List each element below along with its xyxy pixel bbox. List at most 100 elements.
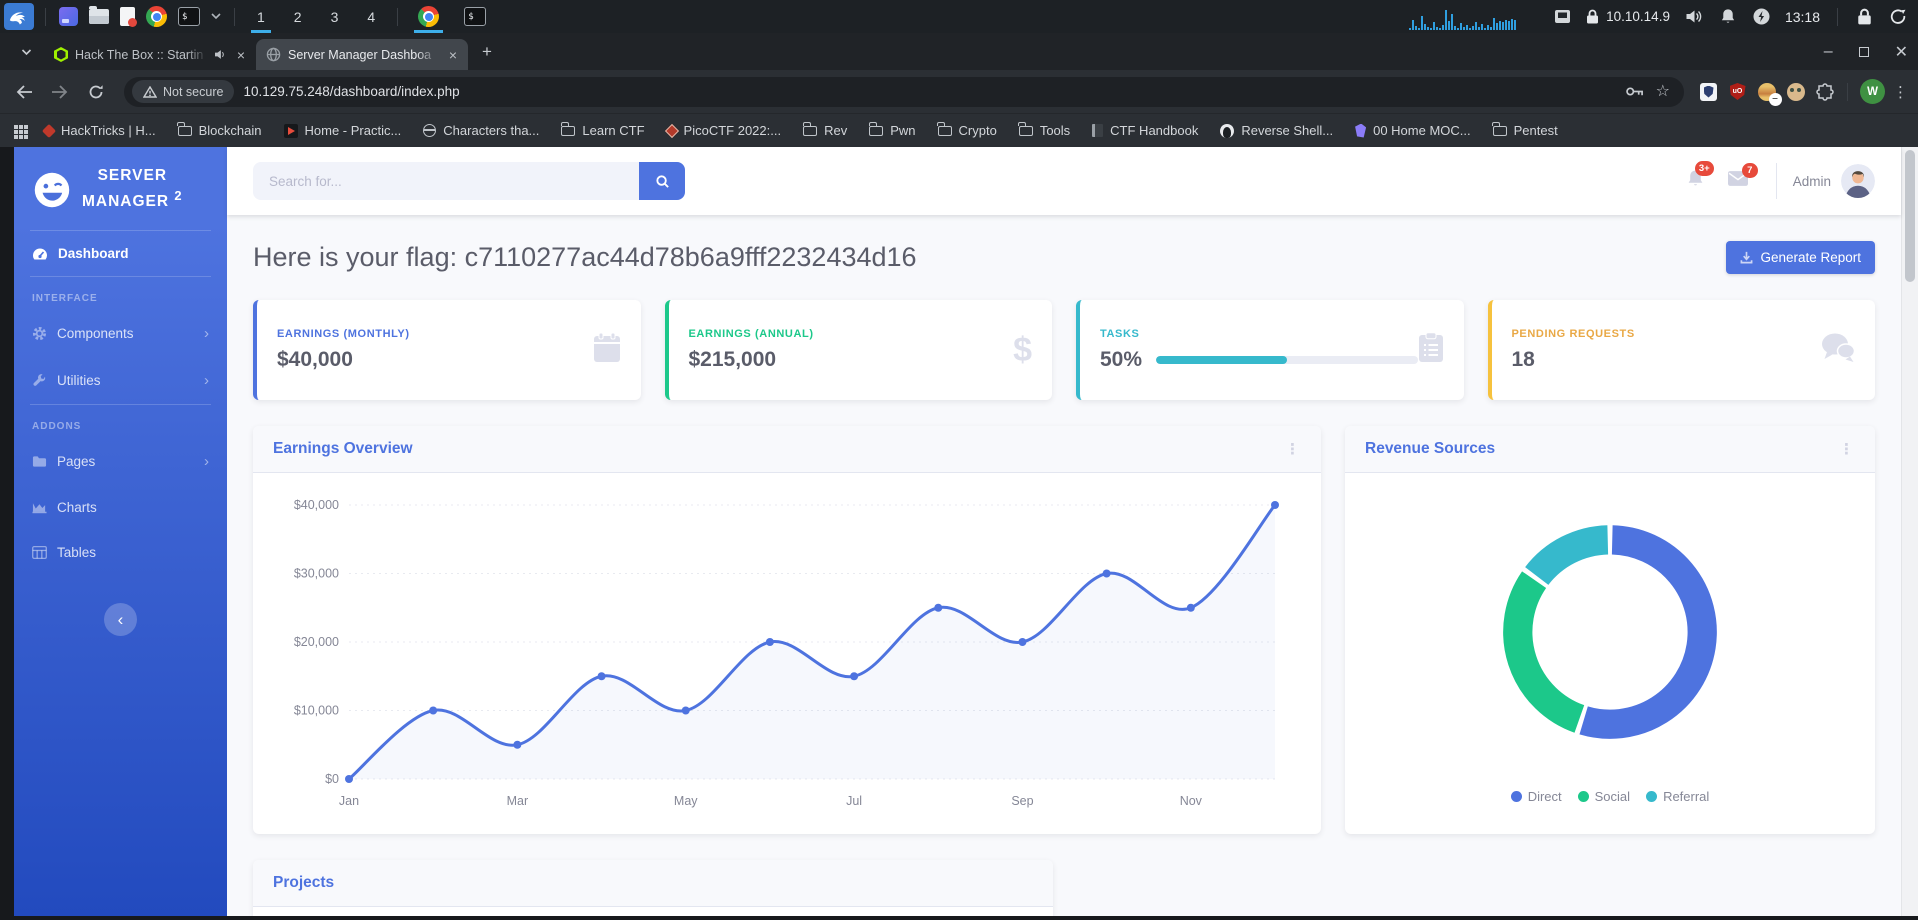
- bookmark-item[interactable]: Rev: [802, 122, 847, 138]
- vpn-indicator[interactable]: 10.10.14.9: [1586, 9, 1670, 24]
- projects-panel: Projects: [253, 860, 1053, 920]
- tab-search-button[interactable]: [12, 38, 40, 66]
- sidebar-item-pages[interactable]: Pages ›: [14, 438, 227, 485]
- chrome-launcher-button[interactable]: [144, 0, 169, 33]
- profile-avatar[interactable]: W: [1860, 79, 1885, 104]
- user-avatar[interactable]: [1841, 164, 1875, 198]
- tab-close-button[interactable]: ×: [446, 47, 460, 63]
- tab-server-manager[interactable]: Server Manager Dashboa ×: [256, 39, 468, 70]
- scrollbar-thumb[interactable]: [1905, 150, 1915, 282]
- back-arrow-icon: [16, 84, 32, 99]
- search-input[interactable]: [253, 162, 639, 200]
- bookmark-item[interactable]: Blockchain: [177, 122, 262, 138]
- address-bar[interactable]: Not secure 10.129.75.248/dashboard/index…: [124, 76, 1684, 107]
- bookmark-item[interactable]: Tools: [1018, 122, 1070, 138]
- browser-toolbar: Not secure 10.129.75.248/dashboard/index…: [0, 70, 1918, 113]
- bookmark-item[interactable]: Crypto: [937, 122, 997, 138]
- brand[interactable]: SERVER MANAGER 2: [14, 165, 227, 230]
- terminal-task-button[interactable]: $: [455, 0, 495, 33]
- sidebar-collapse-button[interactable]: ‹: [104, 603, 137, 637]
- logout-button[interactable]: [1887, 0, 1908, 33]
- bookmark-item[interactable]: 00 Home MOC...: [1355, 123, 1471, 138]
- tab-audio-icon[interactable]: [214, 49, 227, 60]
- window-maximize-button[interactable]: [1858, 46, 1869, 57]
- workspace-4-button[interactable]: 4: [356, 0, 386, 33]
- lock-screen-button[interactable]: [1855, 0, 1874, 33]
- extension-wappalyzer-button[interactable]: [1785, 81, 1806, 102]
- bookmark-label: Crypto: [958, 123, 997, 138]
- sidebar-item-tables[interactable]: Tables: [14, 530, 227, 575]
- legend-item-direct[interactable]: Direct: [1510, 789, 1562, 804]
- text-editor-button[interactable]: [118, 0, 137, 33]
- tab-close-button[interactable]: ×: [234, 47, 248, 63]
- bookmark-item[interactable]: Learn CTF: [560, 122, 645, 138]
- sidebar-item-label: Dashboard: [58, 246, 129, 262]
- globe-icon: [423, 124, 437, 137]
- file-manager-button[interactable]: [87, 0, 111, 33]
- security-chip[interactable]: Not secure: [132, 80, 235, 103]
- workspace-3-button[interactable]: 3: [320, 0, 350, 33]
- extension-privacy-button[interactable]: [1698, 81, 1719, 102]
- bookmark-item[interactable]: Reverse Shell...: [1220, 123, 1333, 138]
- bookmark-item[interactable]: Pwn: [868, 122, 916, 138]
- forward-button[interactable]: [46, 78, 74, 106]
- volume-tray-button[interactable]: [1683, 0, 1705, 33]
- clipboard-tray-button[interactable]: [1552, 0, 1573, 33]
- extensions-menu-button[interactable]: [1814, 81, 1835, 102]
- messages-button[interactable]: 7: [1716, 163, 1760, 191]
- chrome-task-button[interactable]: [409, 0, 448, 33]
- apps-grid-icon[interactable]: [14, 124, 18, 129]
- bookmark-star-icon[interactable]: ☆: [1656, 83, 1670, 100]
- browser-tab-strip: Hack The Box :: Startin × Server Manager…: [0, 33, 1918, 70]
- sidebar-item-charts[interactable]: Charts: [14, 485, 227, 530]
- folder-icon: [1018, 122, 1033, 136]
- panel-menu-icon[interactable]: ⋮: [1285, 440, 1301, 458]
- panel-menu-icon[interactable]: ⋮: [1839, 440, 1855, 458]
- search-button[interactable]: [639, 162, 685, 200]
- dashboard-page: SERVER MANAGER 2 Dashboard INTERFACE Com…: [0, 147, 1918, 920]
- browser-menu-button[interactable]: ⋮: [1893, 83, 1908, 101]
- page-scrollbar[interactable]: [1901, 147, 1918, 920]
- alerts-button[interactable]: 3+: [1675, 161, 1716, 193]
- back-button[interactable]: [10, 78, 38, 106]
- legend-item-referral[interactable]: Referral: [1646, 789, 1709, 804]
- bookmark-label: Pentest: [1513, 123, 1558, 138]
- bookmark-label: Blockchain: [198, 123, 262, 138]
- passwords-key-icon[interactable]: [1625, 86, 1644, 97]
- bookmark-item[interactable]: Characters tha...: [423, 123, 539, 138]
- power-manager-tray-button[interactable]: [1751, 0, 1772, 33]
- notifications-tray-button[interactable]: [1718, 0, 1738, 33]
- globe-favicon: [266, 47, 281, 62]
- workspace-2-button[interactable]: 2: [283, 0, 313, 33]
- launcher-dropdown-button[interactable]: [209, 0, 223, 33]
- legend-item-social[interactable]: Social: [1577, 789, 1630, 804]
- bookmark-item[interactable]: Pentest: [1492, 122, 1558, 138]
- window-close-button[interactable]: ✕: [1895, 42, 1908, 62]
- bookmark-item[interactable]: HackTricks | H...: [41, 123, 156, 138]
- page-title-flag: Here is your flag: c7110277ac44d78b6a9ff…: [253, 242, 917, 272]
- new-tab-button[interactable]: +: [474, 39, 500, 65]
- window-manager-button[interactable]: [57, 0, 80, 33]
- generate-report-button[interactable]: Generate Report: [1726, 241, 1875, 274]
- tab-hackthebox[interactable]: Hack The Box :: Startin ×: [44, 39, 256, 70]
- user-name[interactable]: Admin: [1793, 174, 1831, 189]
- workspace-1-button[interactable]: 1: [246, 0, 276, 33]
- kali-menu-button[interactable]: [4, 3, 34, 30]
- card-value: $215,000: [688, 348, 777, 371]
- url-text[interactable]: 10.129.75.248/dashboard/index.php: [243, 84, 1616, 99]
- bookmark-item[interactable]: Home - Practic...: [283, 123, 401, 138]
- ublock-shield-icon: uO: [1729, 83, 1746, 100]
- chrome-icon: [146, 6, 167, 27]
- bookmark-item[interactable]: CTF Handbook: [1092, 123, 1198, 138]
- sidebar-item-components[interactable]: Components ›: [14, 310, 227, 357]
- extension-ublock-button[interactable]: uO: [1727, 81, 1748, 102]
- sidebar-item-utilities[interactable]: Utilities ›: [14, 357, 227, 404]
- reload-button[interactable]: [82, 78, 110, 106]
- extension-hacktools-button[interactable]: [1756, 81, 1782, 106]
- clock[interactable]: 13:18: [1785, 9, 1820, 25]
- terminal-launcher-button[interactable]: $: [176, 0, 202, 33]
- card-pending-requests: PENDING REQUESTS 18: [1487, 300, 1875, 400]
- sidebar-item-dashboard[interactable]: Dashboard: [14, 231, 227, 276]
- bookmark-item[interactable]: PicoCTF 2022:...: [664, 123, 781, 138]
- window-minimize-button[interactable]: –: [1824, 43, 1833, 61]
